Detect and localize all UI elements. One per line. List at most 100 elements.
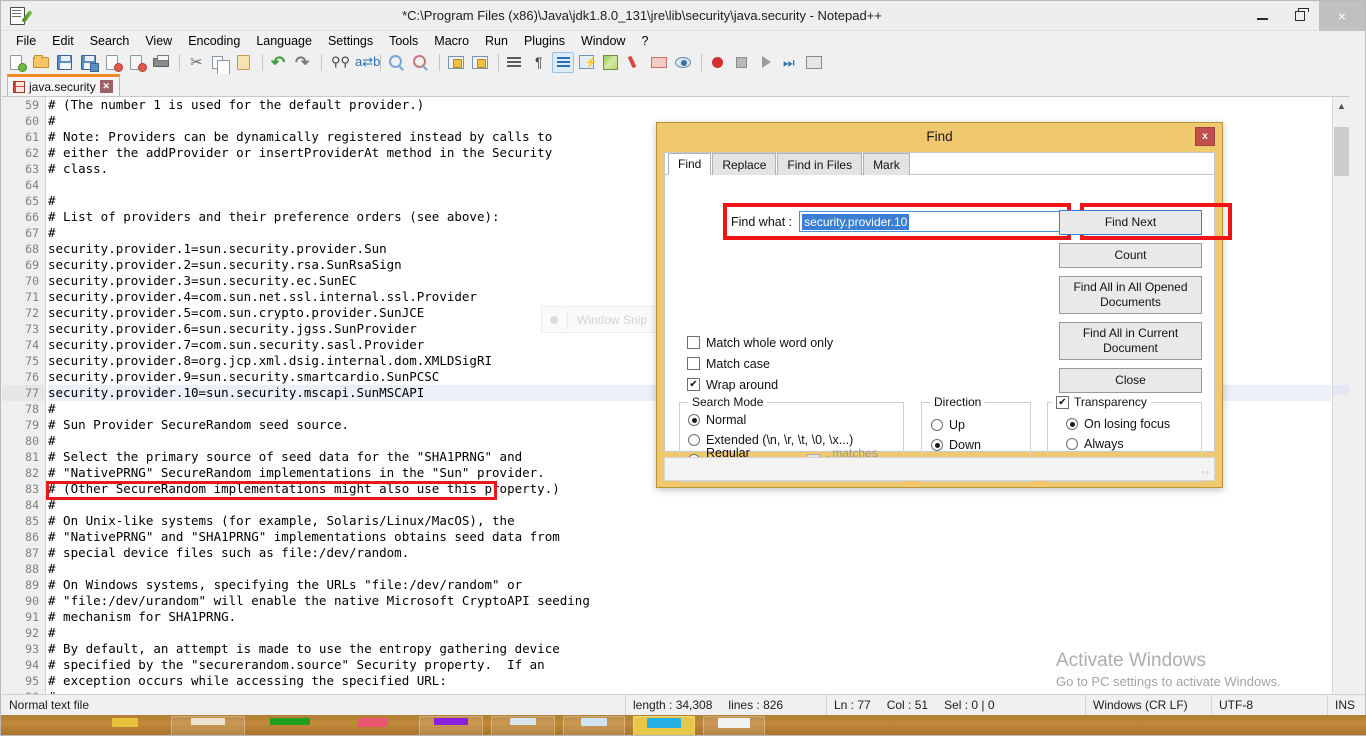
- code-line[interactable]: #: [48, 625, 1331, 641]
- direction-up-option[interactable]: Up: [931, 415, 1030, 435]
- close-file-icon[interactable]: [102, 52, 124, 73]
- zoom-in-icon[interactable]: [386, 52, 408, 73]
- taskbar-item[interactable]: [167, 715, 249, 735]
- code-line[interactable]: #: [48, 561, 1331, 577]
- code-line[interactable]: # special device files such as file:/dev…: [48, 545, 1331, 561]
- match-whole-word-only-option[interactable]: Match whole word only: [687, 332, 833, 353]
- user-defined-language-icon[interactable]: [576, 52, 598, 73]
- code-line[interactable]: # By default, an attempt is made to use …: [48, 641, 1331, 657]
- taskbar-item[interactable]: [629, 715, 699, 735]
- menu-item-help[interactable]: ?: [633, 32, 656, 50]
- show-all-characters-icon[interactable]: ¶: [528, 52, 550, 73]
- print-icon[interactable]: [150, 52, 172, 73]
- search-mode-normal-radio[interactable]: [688, 414, 700, 426]
- copy-icon[interactable]: [209, 52, 231, 75]
- transparency-on-losing-focus-option[interactable]: On losing focus: [1066, 414, 1201, 434]
- window-snip-overlay[interactable]: Window Snip: [541, 306, 667, 333]
- menu-item-file[interactable]: File: [8, 32, 44, 50]
- new-file-icon[interactable]: [6, 52, 28, 73]
- taskbar-item[interactable]: [769, 715, 1069, 735]
- tab-replace[interactable]: Replace: [712, 153, 777, 175]
- function-list-icon[interactable]: [624, 52, 646, 73]
- search-mode-normal-option[interactable]: Normal: [688, 410, 903, 430]
- folder-as-workspace-icon[interactable]: [648, 52, 670, 73]
- undo-icon[interactable]: ↶: [268, 52, 290, 73]
- transparency-always-radio[interactable]: [1066, 438, 1078, 450]
- word-wrap-icon[interactable]: [504, 52, 526, 73]
- stop-recording-icon[interactable]: [731, 52, 753, 73]
- code-line[interactable]: # exception occurs while accessing the s…: [48, 673, 1331, 689]
- find-dialog[interactable]: Find x Find Replace Find in Files Mark F…: [656, 122, 1232, 488]
- menu-item-macro[interactable]: Macro: [426, 32, 477, 50]
- save-icon[interactable]: [54, 52, 76, 73]
- os-taskbar[interactable]: [1, 715, 1366, 735]
- code-line[interactable]: # "NativePRNG" and "SHA1PRNG" implementa…: [48, 529, 1331, 545]
- taskbar-item[interactable]: [1, 715, 83, 735]
- taskbar-item[interactable]: [559, 715, 629, 735]
- code-line[interactable]: # mechanism for SHA1PRNG.: [48, 609, 1331, 625]
- tab-mark[interactable]: Mark: [863, 153, 910, 175]
- run-icon[interactable]: [803, 52, 825, 73]
- menu-item-settings[interactable]: Settings: [320, 32, 381, 50]
- menu-item-search[interactable]: Search: [82, 32, 138, 50]
- match-case-checkbox[interactable]: [687, 357, 700, 370]
- monitoring-icon[interactable]: [672, 52, 694, 73]
- find-icon[interactable]: ⚲⚲: [327, 52, 350, 73]
- taskbar-item[interactable]: [487, 715, 559, 735]
- taskbar-item[interactable]: [249, 715, 330, 735]
- paste-icon[interactable]: [233, 52, 255, 73]
- taskbar-item[interactable]: [330, 715, 415, 735]
- wrap-around-checkbox[interactable]: ✔: [687, 378, 700, 391]
- find-dialog-close-button[interactable]: x: [1195, 127, 1215, 146]
- resize-grip-icon[interactable]: ◦◦: [1202, 467, 1210, 477]
- close-button[interactable]: ×: [1319, 1, 1365, 31]
- direction-up-radio[interactable]: [931, 419, 943, 431]
- save-all-icon[interactable]: [78, 52, 100, 73]
- tab-find-in-files[interactable]: Find in Files: [777, 153, 863, 175]
- taskbar-item[interactable]: [83, 715, 167, 735]
- zoom-out-icon[interactable]: [410, 52, 432, 73]
- transparency-on-losing-focus-radio[interactable]: [1066, 418, 1078, 430]
- record-macro-icon[interactable]: [707, 52, 729, 73]
- find-all-in-current-document-button[interactable]: Find All in Current Document: [1059, 322, 1202, 360]
- redo-icon[interactable]: ↷: [292, 52, 314, 73]
- direction-down-radio[interactable]: [931, 439, 943, 451]
- menu-item-tools[interactable]: Tools: [381, 32, 426, 50]
- play-macro-icon[interactable]: [755, 52, 777, 73]
- taskbar-item[interactable]: [699, 715, 769, 735]
- menu-item-run[interactable]: Run: [477, 32, 516, 50]
- search-mode-extended-radio[interactable]: [688, 434, 700, 446]
- tab-close-icon[interactable]: ✕: [99, 80, 113, 93]
- menu-item-language[interactable]: Language: [248, 32, 320, 50]
- scroll-up-arrow[interactable]: ▲: [1333, 97, 1349, 114]
- replace-icon[interactable]: a⇄b: [351, 52, 380, 73]
- menu-item-plugins[interactable]: Plugins: [516, 32, 573, 50]
- code-line[interactable]: # "file:/dev/urandom" will enable the na…: [48, 593, 1331, 609]
- maximize-button[interactable]: [1281, 1, 1319, 31]
- code-line[interactable]: # specified by the "securerandom.source"…: [48, 657, 1331, 673]
- match-whole-word-checkbox[interactable]: [687, 336, 700, 349]
- sync-horizontal-scroll-icon[interactable]: [469, 52, 491, 73]
- menu-item-window[interactable]: Window: [573, 32, 633, 50]
- menu-item-view[interactable]: View: [137, 32, 180, 50]
- tab-java-security[interactable]: java.security ✕: [7, 74, 120, 96]
- indent-guideline-icon[interactable]: [552, 52, 574, 73]
- find-all-in-all-opened-documents-button[interactable]: Find All in All Opened Documents: [1059, 276, 1202, 314]
- transparency-always-option[interactable]: Always: [1066, 434, 1201, 454]
- code-line[interactable]: #: [48, 497, 1331, 513]
- code-line[interactable]: # On Unix-like systems (for example, Sol…: [48, 513, 1331, 529]
- close-button-find-dialog[interactable]: Close: [1059, 368, 1202, 393]
- direction-down-option[interactable]: Down: [931, 435, 1030, 455]
- find-next-button[interactable]: Find Next: [1059, 210, 1202, 235]
- sync-vertical-scroll-icon[interactable]: [445, 52, 467, 73]
- document-map-icon[interactable]: [600, 52, 622, 73]
- minimize-button[interactable]: [1243, 1, 1281, 31]
- cut-icon[interactable]: ✂: [185, 52, 207, 73]
- close-all-files-icon[interactable]: [126, 52, 148, 73]
- run-macro-multiple-icon[interactable]: ⏭: [779, 52, 801, 73]
- count-button[interactable]: Count: [1059, 243, 1202, 268]
- menu-item-edit[interactable]: Edit: [44, 32, 82, 50]
- transparency-checkbox[interactable]: ✔: [1056, 395, 1069, 409]
- scrollbar-thumb[interactable]: [1334, 127, 1349, 176]
- open-file-icon[interactable]: [30, 52, 52, 73]
